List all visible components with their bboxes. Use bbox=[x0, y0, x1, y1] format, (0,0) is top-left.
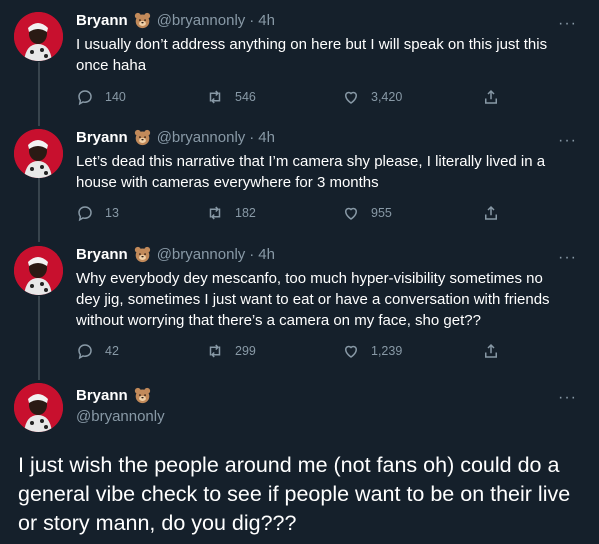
thread-line bbox=[38, 62, 40, 126]
share-button[interactable] bbox=[482, 204, 511, 222]
like-count: 3,420 bbox=[371, 90, 403, 104]
like-icon bbox=[344, 91, 358, 104]
retweet-count: 546 bbox=[235, 90, 256, 104]
separator-dot: · bbox=[249, 246, 255, 263]
avatar[interactable] bbox=[14, 383, 63, 432]
tweet-text: Why everybody dey mescanfo, too much hyp… bbox=[76, 270, 550, 329]
retweet-button[interactable]: 546 bbox=[206, 88, 256, 106]
tweet-actions: 13 182 955 bbox=[76, 204, 516, 224]
separator-dot: · bbox=[249, 129, 255, 146]
like-button[interactable]: 955 bbox=[342, 204, 392, 222]
like-count: 955 bbox=[371, 206, 392, 220]
display-name[interactable]: Bryann bbox=[76, 129, 128, 146]
main-tweet-text: I just wish the people around me (not fa… bbox=[18, 453, 571, 535]
tweet-text: I usually don’t address anything on here… bbox=[76, 36, 548, 74]
timestamp[interactable]: 4h bbox=[258, 246, 275, 263]
tweet-header: Bryann @bryannonly · 4h bbox=[76, 12, 275, 29]
separator-dot: · bbox=[249, 12, 255, 29]
reply-icon bbox=[78, 344, 92, 360]
share-button[interactable] bbox=[482, 342, 511, 360]
tweet-actions: 140 546 3,420 bbox=[76, 88, 516, 108]
tweet-text: Let’s dead this narrative that I’m camer… bbox=[76, 153, 546, 191]
user-handle[interactable]: @bryannonly bbox=[157, 12, 246, 29]
tweet-header: Bryann @bryannonly · 4h bbox=[76, 129, 275, 146]
reply-button[interactable]: 13 bbox=[76, 204, 119, 222]
retweet-count: 182 bbox=[235, 206, 256, 220]
reply-button[interactable]: 42 bbox=[76, 342, 119, 360]
user-handle[interactable]: @bryannonly bbox=[157, 129, 246, 146]
like-icon bbox=[344, 207, 358, 220]
retweet-button[interactable]: 299 bbox=[206, 342, 256, 360]
avatar[interactable] bbox=[14, 246, 63, 295]
like-button[interactable]: 3,420 bbox=[342, 88, 402, 106]
display-name[interactable]: Bryann bbox=[76, 387, 128, 404]
bear-emoji-icon bbox=[134, 12, 150, 29]
bear-emoji-icon bbox=[134, 246, 150, 263]
share-icon bbox=[485, 343, 497, 358]
more-icon[interactable]: ··· bbox=[558, 250, 577, 266]
share-icon bbox=[485, 205, 497, 220]
display-name[interactable]: Bryann bbox=[76, 246, 128, 263]
tweet-header: Bryann @bryannonly · 4h bbox=[76, 246, 275, 263]
like-icon bbox=[344, 345, 358, 358]
reply-button[interactable]: 140 bbox=[76, 88, 126, 106]
reply-count: 13 bbox=[105, 206, 119, 220]
reply-count: 42 bbox=[105, 344, 119, 358]
retweet-count: 299 bbox=[235, 344, 256, 358]
timestamp[interactable]: 4h bbox=[258, 12, 275, 29]
share-button[interactable] bbox=[482, 88, 511, 106]
retweet-icon bbox=[209, 344, 221, 358]
like-count: 1,239 bbox=[371, 344, 403, 358]
retweet-icon bbox=[209, 90, 221, 104]
retweet-button[interactable]: 182 bbox=[206, 204, 256, 222]
bear-emoji-icon bbox=[134, 387, 150, 404]
thread-line bbox=[38, 296, 40, 380]
share-icon bbox=[485, 89, 497, 104]
retweet-icon bbox=[209, 206, 221, 220]
user-handle[interactable]: @bryannonly bbox=[76, 408, 165, 425]
tweet-header: Bryann bbox=[76, 387, 157, 404]
reply-icon bbox=[78, 90, 92, 106]
reply-icon bbox=[78, 206, 92, 222]
user-handle[interactable]: @bryannonly bbox=[157, 246, 246, 263]
timestamp[interactable]: 4h bbox=[258, 129, 275, 146]
display-name[interactable]: Bryann bbox=[76, 12, 128, 29]
more-icon[interactable]: ··· bbox=[558, 133, 577, 149]
bear-emoji-icon bbox=[134, 129, 150, 146]
tweet-actions: 42 299 1,239 bbox=[76, 342, 516, 362]
more-icon[interactable]: ··· bbox=[558, 16, 577, 32]
avatar[interactable] bbox=[14, 129, 63, 178]
like-button[interactable]: 1,239 bbox=[342, 342, 402, 360]
reply-count: 140 bbox=[105, 90, 126, 104]
avatar[interactable] bbox=[14, 12, 63, 61]
thread-line bbox=[38, 178, 40, 242]
more-icon[interactable]: ··· bbox=[558, 390, 577, 406]
